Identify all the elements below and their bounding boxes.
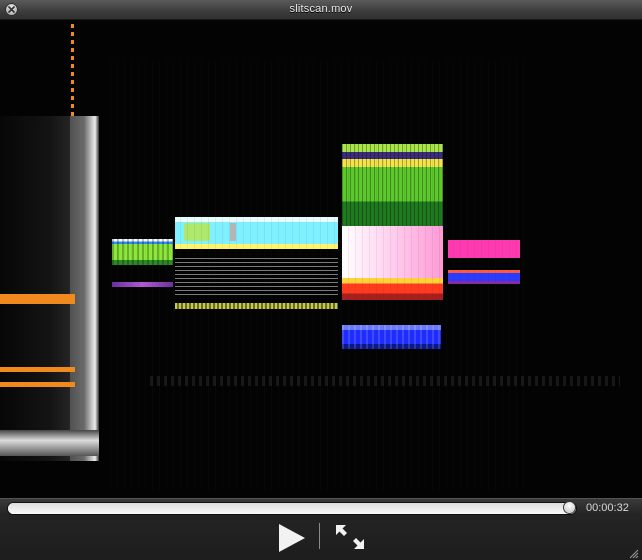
scrubber-track[interactable] (8, 502, 576, 514)
left-panel-shadow (0, 116, 70, 461)
scrubber-handle[interactable] (564, 502, 576, 513)
fullscreen-button[interactable] (334, 523, 366, 551)
video-frame[interactable] (0, 20, 642, 498)
orange-stripe (0, 382, 75, 387)
window-title: slitscan.mov (289, 3, 353, 15)
play-button[interactable] (277, 522, 307, 554)
resize-grip-icon (629, 549, 639, 559)
play-icon (279, 524, 305, 552)
progress-fill (8, 503, 571, 514)
title-bar[interactable]: slitscan.mov (0, 0, 642, 20)
orange-stripe (0, 367, 75, 372)
left-panel-highlight (0, 430, 99, 456)
orange-stripe (0, 294, 75, 304)
orange-dotted-line (71, 24, 74, 116)
controls-divider (319, 523, 320, 549)
time-display: 00:00:32 (586, 502, 629, 514)
movie-window: slitscan.mov 00:00:32 (0, 0, 642, 560)
dark-noise (110, 60, 530, 490)
fullscreen-icon (336, 525, 364, 549)
faint-reflection (150, 376, 620, 386)
resize-grip[interactable] (627, 546, 639, 559)
player-controls: 00:00:32 (0, 498, 642, 560)
